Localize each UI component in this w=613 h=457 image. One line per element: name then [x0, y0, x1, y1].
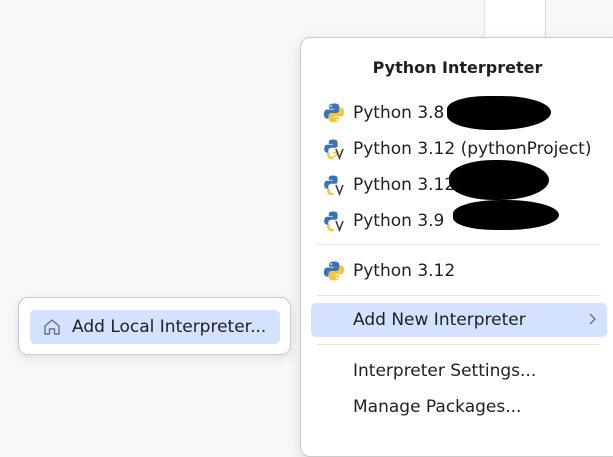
interpreter-label: Python 3.8 — [353, 103, 445, 123]
add-interpreter-submenu: Add Local Interpreter... — [18, 297, 291, 355]
python-icon — [323, 103, 345, 123]
redaction-mark — [449, 160, 549, 200]
add-local-interpreter-item[interactable]: Add Local Interpreter... — [30, 310, 280, 344]
interpreter-label: Python 3.12 (pythonProject) — [353, 139, 592, 159]
python-venv-icon — [324, 139, 344, 160]
redaction-mark — [453, 200, 559, 230]
python-interpreter-popup: Python Interpreter Python 3.8 Python 3.1… — [300, 37, 613, 457]
interpreter-settings-item[interactable]: Interpreter Settings... — [311, 354, 607, 388]
interpreter-label: Python 3.12 — [353, 175, 456, 195]
system-interpreter-item[interactable]: Python 3.12 — [311, 254, 607, 288]
interpreter-label: Python 3.12 — [353, 261, 456, 281]
python-venv-icon — [324, 211, 344, 232]
interpreter-item-python-3-12-pythonproject[interactable]: Python 3.12 (pythonProject) — [311, 132, 607, 166]
add-new-interpreter-label: Add New Interpreter — [353, 310, 526, 330]
separator — [317, 295, 599, 296]
python-venv-icon — [324, 175, 344, 196]
separator — [317, 244, 599, 245]
chevron-right-icon — [589, 313, 596, 325]
manage-packages-label: Manage Packages... — [353, 397, 522, 417]
popup-title: Python Interpreter — [372, 58, 543, 77]
python-icon — [323, 261, 345, 281]
manage-packages-item[interactable]: Manage Packages... — [311, 390, 607, 424]
interpreter-settings-label: Interpreter Settings... — [353, 361, 537, 381]
separator — [317, 344, 599, 345]
add-new-interpreter-item[interactable]: Add New Interpreter — [311, 303, 607, 337]
add-local-interpreter-label: Add Local Interpreter... — [72, 317, 267, 337]
background-panel — [484, 0, 546, 40]
interpreter-label: Python 3.9 — [353, 211, 445, 231]
home-icon — [44, 319, 60, 335]
